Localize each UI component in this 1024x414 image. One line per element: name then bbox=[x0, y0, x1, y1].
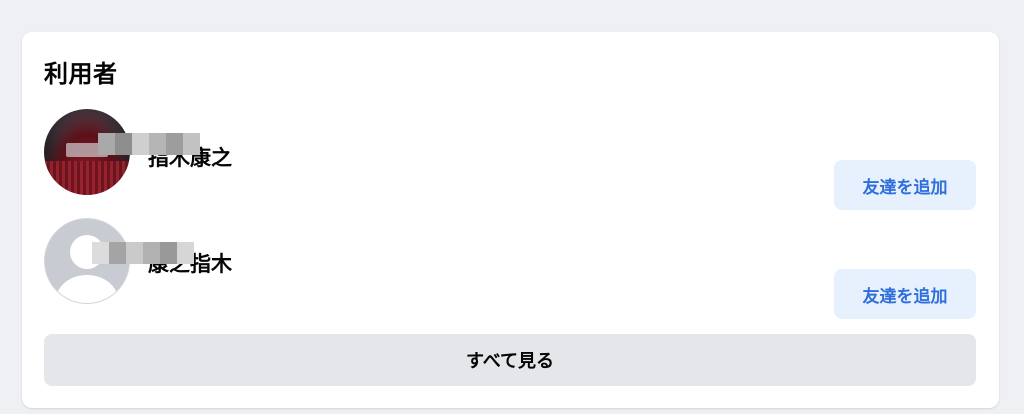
add-friend-button[interactable]: 友達を追加 bbox=[834, 269, 976, 319]
users-card: 利用者 指木康之 友達を追加 康之指木 友達を追加 すべて見る bbox=[22, 32, 999, 408]
redaction-mosaic bbox=[98, 133, 200, 155]
see-all-button[interactable]: すべて見る bbox=[44, 334, 976, 386]
avatar-body-shape bbox=[56, 275, 118, 303]
user-row: 指木康之 友達を追加 bbox=[44, 109, 976, 210]
section-title: 利用者 bbox=[44, 60, 118, 88]
add-friend-button[interactable]: 友達を追加 bbox=[834, 160, 976, 210]
theater-seats-graphic bbox=[44, 161, 130, 195]
user-row: 康之指木 友達を追加 bbox=[44, 218, 976, 319]
redaction-mosaic bbox=[92, 242, 194, 264]
